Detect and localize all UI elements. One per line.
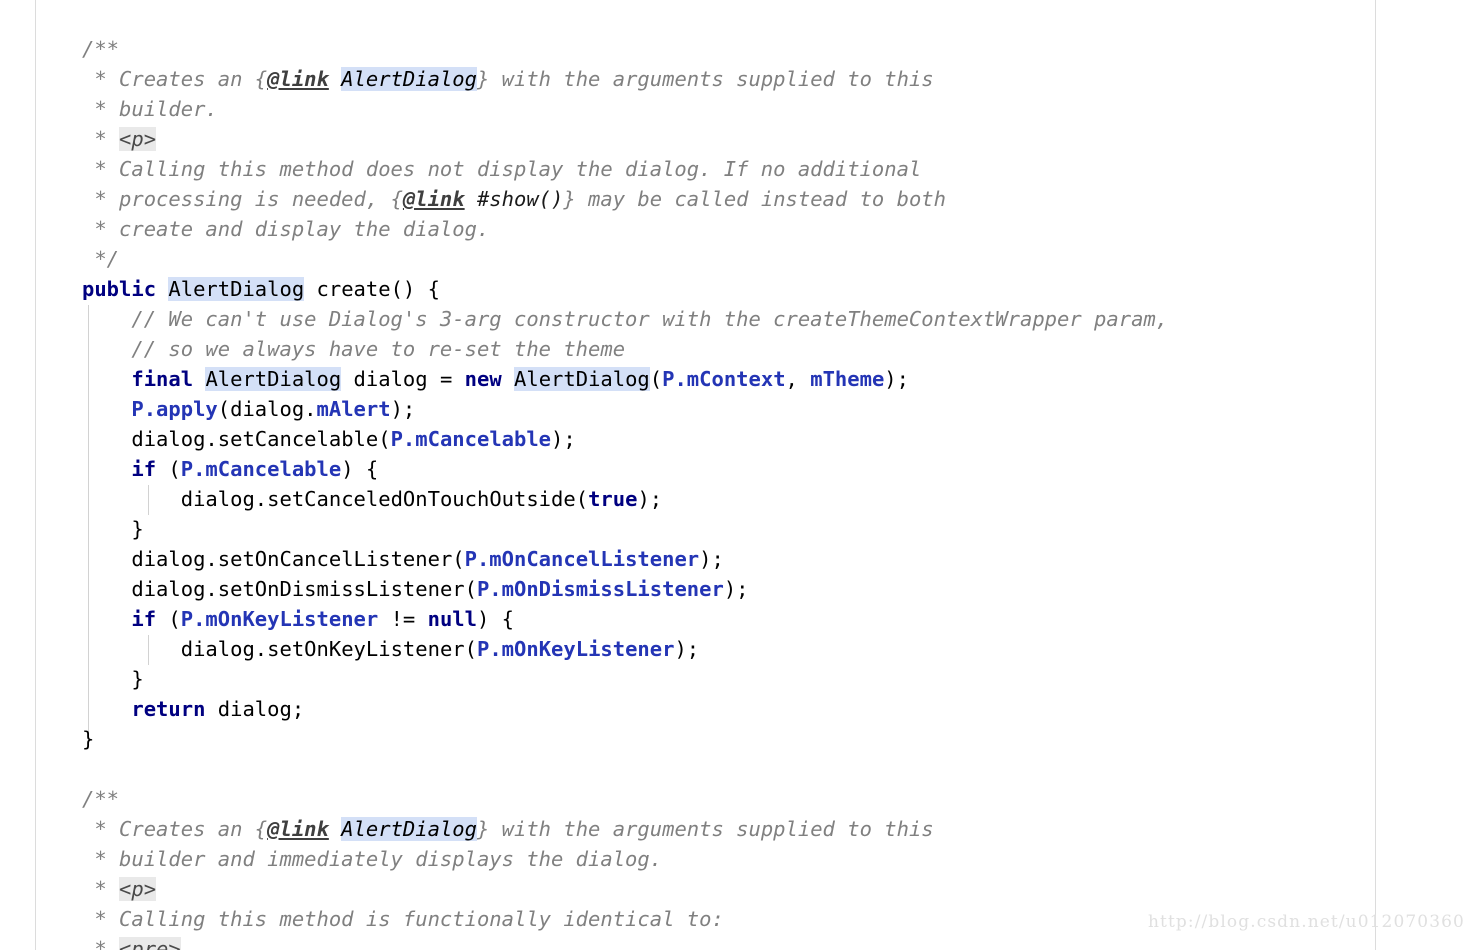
code-line[interactable]: if (P.mCancelable) { xyxy=(0,454,1470,484)
code-line[interactable]: /** xyxy=(0,34,1470,64)
code-line[interactable]: /** xyxy=(0,784,1470,814)
code-line[interactable]: * builder. xyxy=(0,94,1470,124)
code-line[interactable]: P.apply(dialog.mAlert); xyxy=(0,394,1470,424)
code-line[interactable]: dialog.setOnCancelListener(P.mOnCancelLi… xyxy=(0,544,1470,574)
code-line[interactable] xyxy=(0,754,1470,784)
watermark-url: http://blog.csdn.net/u012070360 xyxy=(1148,912,1465,932)
code-line[interactable]: * processing is needed, {@link #show()} … xyxy=(0,184,1470,214)
code-line[interactable]: public AlertDialog create() { xyxy=(0,274,1470,304)
code-line[interactable]: dialog.setCancelable(P.mCancelable); xyxy=(0,424,1470,454)
code-line[interactable]: * <p> xyxy=(0,124,1470,154)
code-line[interactable]: * <pre> xyxy=(0,934,1470,950)
code-line[interactable]: * Creates an {@link AlertDialog} with th… xyxy=(0,64,1470,94)
code-line[interactable]: * Creates an {@link AlertDialog} with th… xyxy=(0,814,1470,844)
code-line[interactable]: dialog.setOnKeyListener(P.mOnKeyListener… xyxy=(0,634,1470,664)
code-line[interactable]: */ xyxy=(0,244,1470,274)
code-line[interactable]: // We can't use Dialog's 3-arg construct… xyxy=(0,304,1470,334)
code-line[interactable]: dialog.setCanceledOnTouchOutside(true); xyxy=(0,484,1470,514)
code-line[interactable]: // so we always have to re-set the theme xyxy=(0,334,1470,364)
code-editor-canvas[interactable]: /** * Creates an {@link AlertDialog} wit… xyxy=(0,0,1470,950)
code-line[interactable]: * <p> xyxy=(0,874,1470,904)
code-line[interactable]: return dialog; xyxy=(0,694,1470,724)
code-line[interactable]: } xyxy=(0,514,1470,544)
code-line[interactable]: final AlertDialog dialog = new AlertDial… xyxy=(0,364,1470,394)
source-code-block[interactable]: /** * Creates an {@link AlertDialog} wit… xyxy=(0,0,1470,950)
code-line[interactable]: * builder and immediately displays the d… xyxy=(0,844,1470,874)
code-line[interactable]: * create and display the dialog. xyxy=(0,214,1470,244)
code-line[interactable]: } xyxy=(0,664,1470,694)
code-line[interactable]: dialog.setOnDismissListener(P.mOnDismiss… xyxy=(0,574,1470,604)
code-line[interactable]: if (P.mOnKeyListener != null) { xyxy=(0,604,1470,634)
code-line[interactable]: * Calling this method does not display t… xyxy=(0,154,1470,184)
code-line[interactable]: } xyxy=(0,724,1470,754)
